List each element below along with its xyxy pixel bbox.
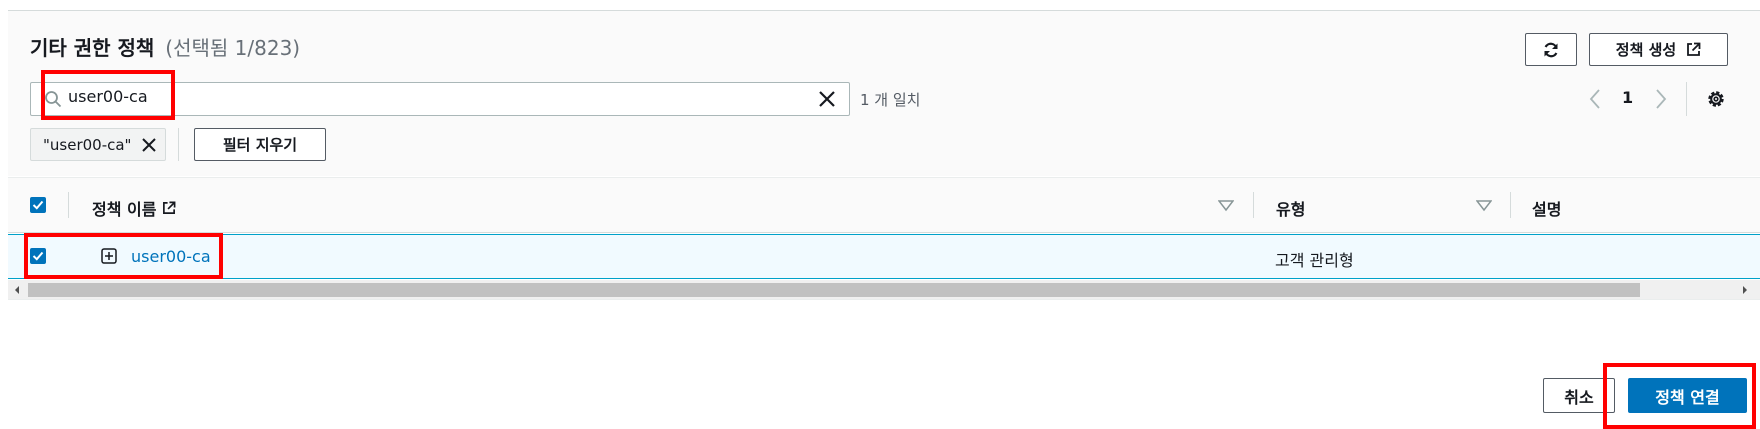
- column-header-label: 정책 이름: [92, 200, 157, 219]
- filter-token-label: "user00-ca": [43, 135, 132, 154]
- scroll-left-icon[interactable]: [12, 283, 22, 297]
- create-policy-label: 정책 생성: [1615, 41, 1677, 59]
- chevron-right-icon[interactable]: [1653, 88, 1669, 110]
- section-title-text: 기타 권한 정책: [30, 36, 155, 60]
- column-header-policy-name[interactable]: 정책 이름: [92, 196, 176, 220]
- column-divider: [1253, 192, 1254, 218]
- column-divider: [1510, 192, 1511, 218]
- sort-icon[interactable]: [1218, 200, 1234, 212]
- selection-count: (선택됨 1/823): [165, 36, 301, 60]
- filter-divider: [178, 128, 179, 161]
- column-header-type[interactable]: 유형: [1276, 196, 1305, 220]
- clear-filters-button[interactable]: 필터 지우기: [194, 128, 326, 161]
- scrollbar-thumb[interactable]: [28, 283, 1640, 297]
- section-title: 기타 권한 정책 (선택됨 1/823): [30, 32, 300, 61]
- create-policy-button[interactable]: 정책 생성: [1589, 33, 1728, 66]
- highlight-box: [1603, 363, 1756, 429]
- external-link-icon: [1687, 42, 1701, 56]
- sort-icon[interactable]: [1476, 200, 1492, 212]
- match-count: 1 개 일치: [860, 91, 921, 109]
- select-all-checkbox[interactable]: [30, 197, 46, 213]
- filter-token: "user00-ca": [30, 128, 167, 161]
- table-row[interactable]: [8, 234, 1760, 279]
- refresh-button[interactable]: [1525, 33, 1577, 66]
- table-bottom-divider: [8, 299, 1760, 300]
- page-number[interactable]: 1: [1622, 88, 1633, 107]
- pagination-divider: [1686, 82, 1687, 116]
- refresh-icon: [1544, 42, 1558, 57]
- close-icon[interactable]: [817, 89, 837, 109]
- highlight-box: [24, 233, 223, 279]
- close-icon[interactable]: [141, 137, 157, 153]
- scroll-right-icon[interactable]: [1740, 283, 1750, 297]
- highlight-box: [41, 70, 175, 120]
- policy-type: 고객 관리형: [1275, 251, 1354, 270]
- column-divider: [68, 192, 69, 218]
- gear-icon[interactable]: [1705, 88, 1727, 110]
- external-link-icon: [163, 201, 176, 214]
- chevron-left-icon[interactable]: [1587, 88, 1603, 110]
- table-header: [8, 177, 1760, 233]
- column-header-description[interactable]: 설명: [1532, 196, 1561, 220]
